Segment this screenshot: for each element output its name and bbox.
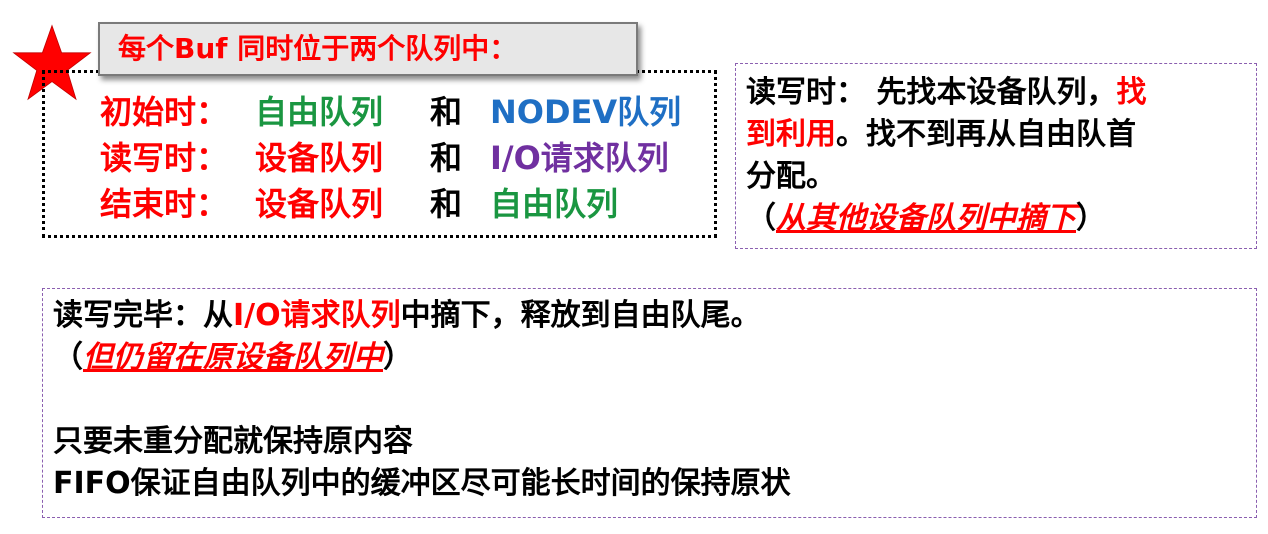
note-line: 读写时： 先找本设备队列，找 <box>746 72 1246 114</box>
title-box: 每个Buf 同时位于两个队列中： <box>98 22 638 76</box>
note-line: 分配。 <box>746 156 1246 198</box>
note-line: FIFO保证自由队列中的缓冲区尽可能长时间的保持原状 <box>53 463 1246 505</box>
read-write-note: 读写时： 先找本设备队列，找 到利用。找不到再从自由队首 分配。 （从其他设备队… <box>735 63 1257 249</box>
row-queue-2: I/O请求队列 <box>490 139 669 177</box>
note-text: 读写完毕：从 <box>53 298 233 333</box>
row-queue-1: 设备队列 <box>255 185 384 223</box>
row-queue-2: 自由队列 <box>490 185 619 223</box>
note-emphasis: 从其他设备队列中摘下 <box>776 201 1076 236</box>
row-conjunction: 和 <box>430 185 463 223</box>
note-text: （ <box>53 340 83 375</box>
note-highlight: I/O请求队列 <box>233 298 401 333</box>
row-label: 读写时： <box>100 139 229 177</box>
completion-note: 读写完毕：从I/O请求队列中摘下，释放到自由队尾。 （但仍留在原设备队列中） 只… <box>42 288 1257 518</box>
row-conjunction: 和 <box>430 139 463 177</box>
row-queue-2: NODEV队列 <box>490 93 682 131</box>
note-highlight: 到利用 <box>746 117 836 152</box>
note-text: 中摘下，释放到自由队尾。 <box>400 298 761 333</box>
note-line: 读写完毕：从I/O请求队列中摘下，释放到自由队尾。 <box>53 295 1246 337</box>
note-text: 分配。 <box>746 159 836 194</box>
note-emphasis: 但仍留在原设备队列中 <box>83 340 383 375</box>
note-line: （从其他设备队列中摘下） <box>746 198 1246 240</box>
note-text: ） <box>1076 201 1106 236</box>
row-conjunction: 和 <box>430 93 463 131</box>
note-text: ） <box>383 340 413 375</box>
note-line: 到利用。找不到再从自由队首 <box>746 114 1246 156</box>
note-text: 读写时： 先找本设备队列， <box>746 75 1117 110</box>
note-line: （但仍留在原设备队列中） <box>53 337 1246 379</box>
note-text: FIFO保证自由队列中的缓冲区尽可能长时间的保持原状 <box>53 466 791 501</box>
note-text: （ <box>746 201 776 236</box>
note-text: 只要未重分配就保持原内容 <box>53 424 413 459</box>
note-line: 只要未重分配就保持原内容 <box>53 421 1246 463</box>
note-highlight: 找 <box>1116 75 1147 110</box>
row-label: 结束时： <box>100 185 229 223</box>
row-queue-1: 自由队列 <box>255 93 384 131</box>
title-text: 每个Buf 同时位于两个队列中： <box>118 32 518 65</box>
row-queue-1: 设备队列 <box>255 139 384 177</box>
row-label: 初始时： <box>100 93 229 131</box>
note-text: 。找不到再从自由队首 <box>836 117 1136 152</box>
